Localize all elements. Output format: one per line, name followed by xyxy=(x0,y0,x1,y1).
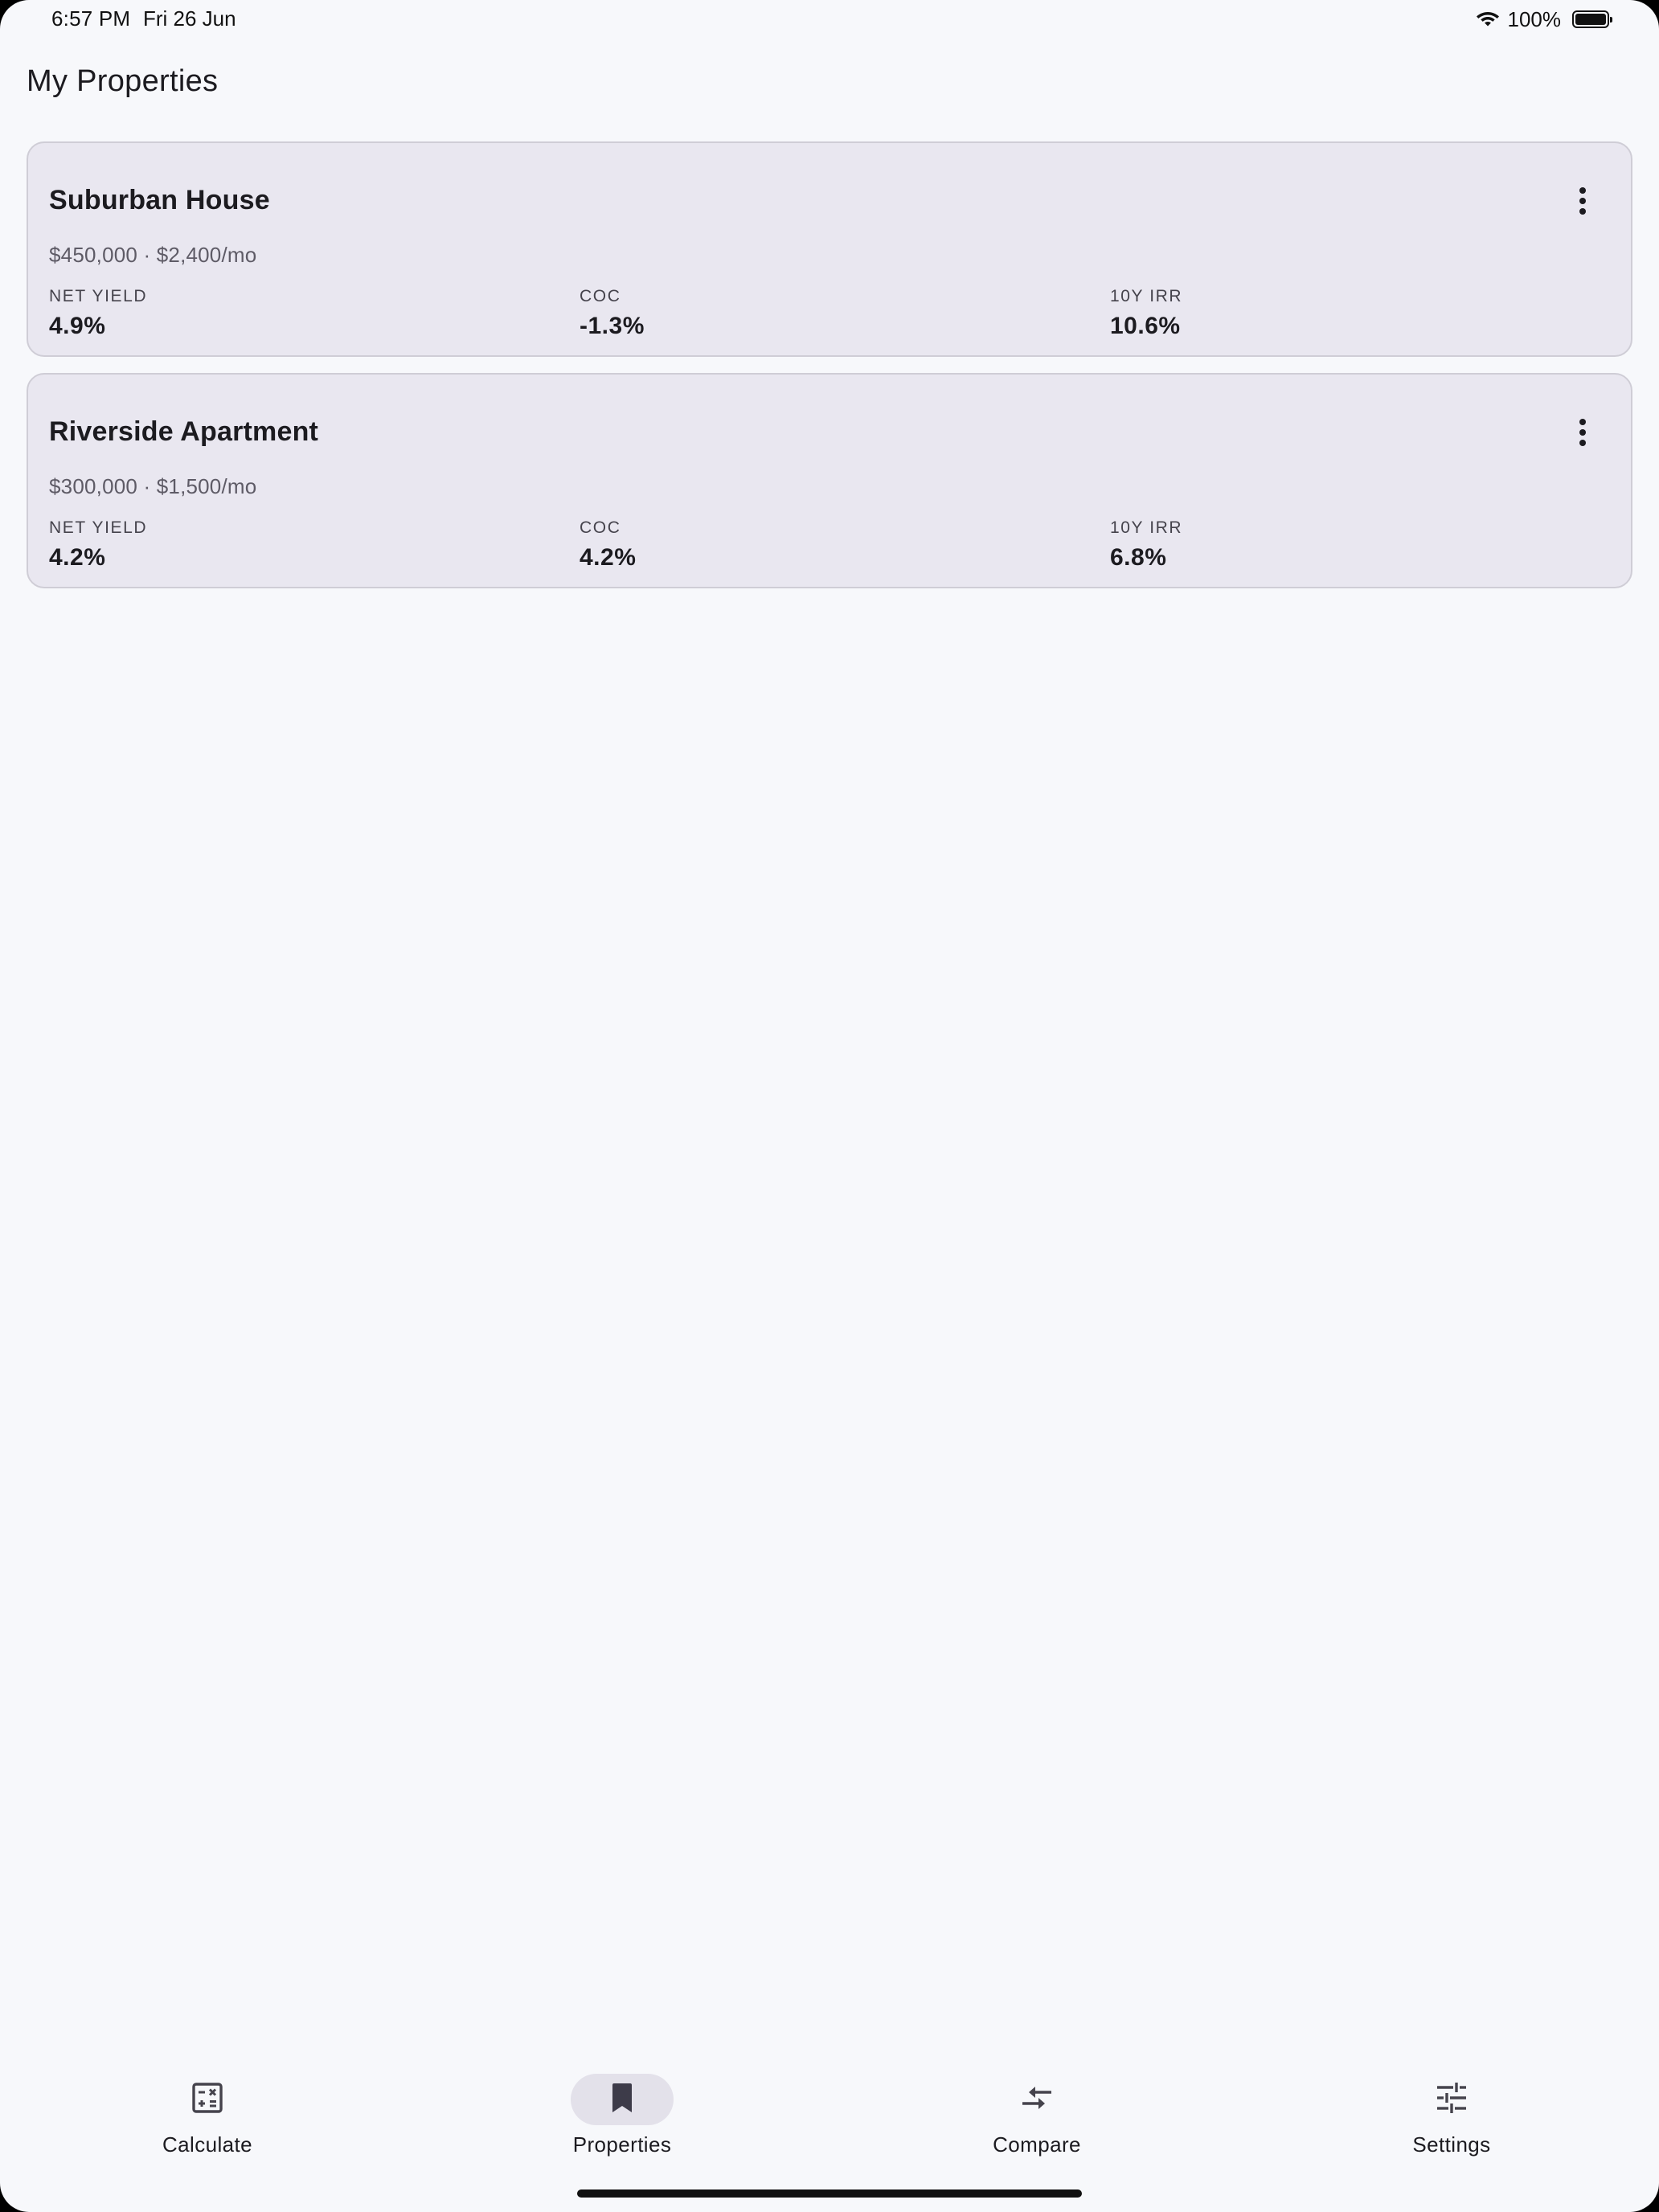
metric-coc: COC 4.2% xyxy=(580,518,636,572)
status-date: Fri 26 Jun xyxy=(143,6,236,31)
wifi-icon xyxy=(1476,9,1500,31)
nav-icon-container xyxy=(1400,2074,1503,2125)
metric-value: 4.2% xyxy=(49,544,106,571)
metric-label: 10Y IRR xyxy=(1110,518,1183,537)
battery-percent: 100% xyxy=(1507,6,1562,31)
nav-label: Properties xyxy=(572,2132,672,2157)
nav-item-settings[interactable]: Settings xyxy=(1347,2058,1556,2162)
nav-label: Settings xyxy=(1412,2132,1491,2157)
nav-label: Compare xyxy=(993,2132,1081,2157)
nav-label: Calculate xyxy=(162,2132,252,2157)
metric-value: -1.3% xyxy=(580,313,645,339)
nav-item-properties[interactable]: Properties xyxy=(518,2058,727,2162)
property-name: Riverside Apartment xyxy=(49,416,319,447)
more-vert-icon[interactable] xyxy=(1567,415,1599,450)
home-indicator[interactable] xyxy=(577,2189,1082,2198)
status-bar: 6:57 PM Fri 26 Jun 100% xyxy=(0,0,1659,39)
calculator-icon xyxy=(191,2082,223,2118)
property-summary: $450,000 · $2,400/mo xyxy=(49,243,257,267)
metric-10y-irr: 10Y IRR 10.6% xyxy=(1110,286,1182,341)
page-title: My Properties xyxy=(27,64,219,98)
property-name: Suburban House xyxy=(49,185,270,215)
nav-item-compare[interactable]: Compare xyxy=(932,2058,1141,2162)
metric-net-yield: NET YIELD 4.9% xyxy=(49,286,147,341)
battery-icon xyxy=(1572,10,1612,28)
nav-item-calculate[interactable]: Calculate xyxy=(103,2058,312,2162)
property-card[interactable]: Suburban House $450,000 · $2,400/mo NET … xyxy=(27,141,1632,357)
status-time: 6:57 PM xyxy=(51,6,131,31)
metric-coc: COC -1.3% xyxy=(580,286,645,341)
metric-label: 10Y IRR xyxy=(1110,287,1183,305)
metric-value: 4.2% xyxy=(580,544,637,571)
status-right: 100% xyxy=(1476,6,1612,32)
metric-label: COC xyxy=(580,518,621,537)
bookmark-icon xyxy=(609,2082,635,2118)
metric-10y-irr: 10Y IRR 6.8% xyxy=(1110,518,1182,572)
compare-arrows-icon xyxy=(1019,2084,1055,2116)
app-screen: 6:57 PM Fri 26 Jun 100% My Properties Su… xyxy=(0,0,1659,2212)
nav-icon-container xyxy=(156,2074,259,2125)
metric-value: 10.6% xyxy=(1110,313,1181,339)
nav-icon-container xyxy=(985,2074,1088,2125)
metric-value: 4.9% xyxy=(49,313,106,339)
nav-icon-container xyxy=(571,2074,674,2125)
metric-label: NET YIELD xyxy=(49,287,148,305)
property-summary: $300,000 · $1,500/mo xyxy=(49,474,257,498)
metric-label: NET YIELD xyxy=(49,518,148,537)
property-card[interactable]: Riverside Apartment $300,000 · $1,500/mo… xyxy=(27,373,1632,588)
more-vert-icon[interactable] xyxy=(1567,183,1599,219)
metric-label: COC xyxy=(580,287,621,305)
metric-value: 6.8% xyxy=(1110,544,1167,571)
tune-icon xyxy=(1436,2082,1468,2118)
metric-net-yield: NET YIELD 4.2% xyxy=(49,518,147,572)
